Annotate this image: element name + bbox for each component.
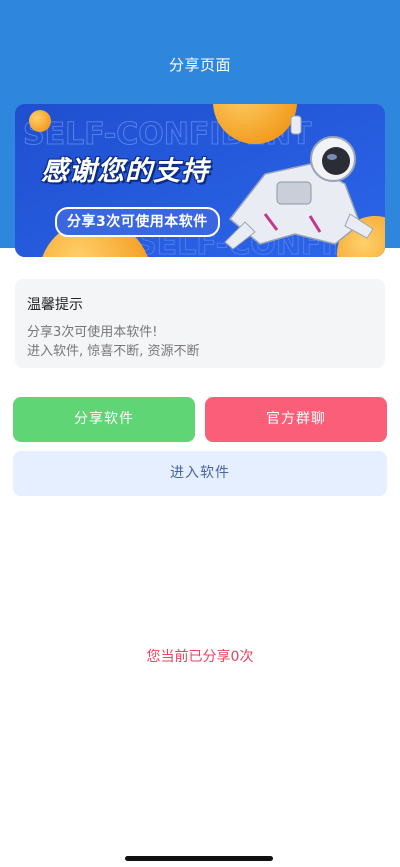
tips-line-1: 分享3次可使用本软件! [27,325,158,340]
tips-card: 温馨提示 分享3次可使用本软件! 进入软件, 惊喜不断, 资源不断 [15,279,385,368]
share-count-text: 您当前已分享0次 [146,649,254,665]
page-title: 分享页面 [168,56,231,74]
enter-software-button[interactable]: 进入软件 [13,451,387,496]
official-group-chat-button[interactable]: 官方群聊 [205,397,387,442]
share-software-button[interactable]: 分享软件 [13,397,195,442]
home-indicator [125,856,273,861]
tips-line-2: 进入软件, 惊喜不断, 资源不断 [27,344,200,359]
tips-title: 温馨提示 [27,297,83,313]
small-orb [29,110,51,132]
promo-banner: SELF-CONFIDENT SELF-CONFIDENT 感谢您的支持 分享3… [15,104,385,257]
banner-subline: 分享3次可使用本软件 [55,207,220,237]
banner-headline: 感谢您的支持 [41,156,209,187]
